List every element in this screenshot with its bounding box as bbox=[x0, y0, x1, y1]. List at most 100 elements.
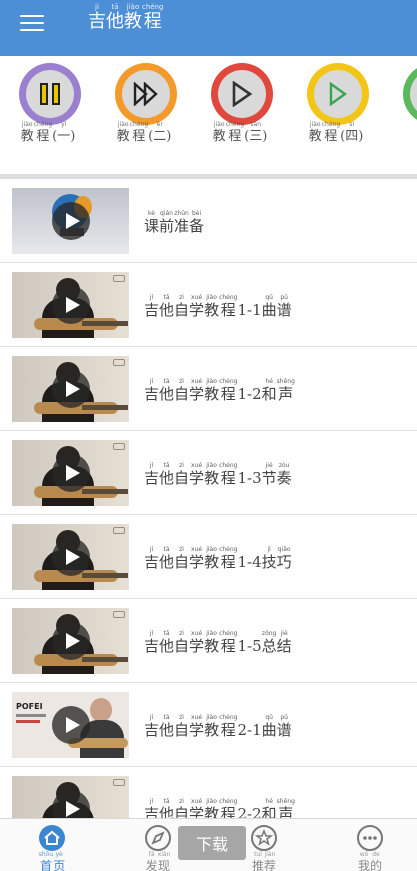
video-thumbnail[interactable] bbox=[12, 524, 129, 590]
pinyin: pǔ bbox=[280, 294, 288, 301]
pinyin: fā bbox=[148, 851, 155, 858]
pinyin: jiào bbox=[206, 630, 217, 637]
hanzi: 2-1 bbox=[237, 721, 262, 739]
ruby-char: zì 自 bbox=[174, 379, 189, 402]
hanzi: 1-4 bbox=[237, 553, 262, 571]
ruby-char: fā 发 bbox=[146, 852, 158, 871]
video-thumbnail[interactable] bbox=[12, 356, 129, 422]
pinyin: hé bbox=[265, 378, 273, 385]
ruby-char: chéng 程 bbox=[130, 122, 148, 144]
ruby-char: chéng 程 bbox=[322, 122, 340, 144]
category-5-button[interactable]: jiào教 bbox=[384, 56, 417, 174]
category-3-button[interactable]: jiào 教 chéng 程(sān 三) bbox=[192, 56, 288, 174]
hanzi: 课 bbox=[144, 217, 160, 235]
hanzi: 程 bbox=[220, 553, 236, 571]
play-icon[interactable] bbox=[52, 706, 90, 744]
ruby-char: ) bbox=[358, 122, 363, 143]
compass-icon bbox=[144, 824, 172, 852]
video-thumbnail[interactable] bbox=[12, 608, 129, 674]
play-icon[interactable] bbox=[52, 370, 90, 408]
hanzi: 1-3 bbox=[237, 469, 262, 487]
hanzi: 荐 bbox=[264, 859, 277, 871]
ruby-char: yī 一 bbox=[57, 121, 71, 144]
pinyin: jí bbox=[149, 294, 154, 301]
hanzi: 他 bbox=[159, 553, 175, 571]
lesson-title: jí 吉 tā 他 zì 自 xué 学 jiào 教 chéng 程 1-4 jì 技 qiǎo 巧 bbox=[144, 547, 292, 570]
hanzi: 推 bbox=[251, 859, 264, 871]
video-thumbnail[interactable]: POFEI bbox=[12, 692, 129, 758]
pinyin: xué bbox=[191, 462, 203, 469]
ruby-char: jí 吉 bbox=[144, 715, 159, 738]
pinyin: yī bbox=[61, 121, 67, 128]
hanzi: 学 bbox=[189, 385, 205, 403]
pinyin: xué bbox=[191, 546, 203, 553]
ruby-char: tā 他 bbox=[159, 631, 174, 654]
hanzi: 现 bbox=[158, 859, 171, 871]
category-label: jiào 教 chéng 程(yī 一) bbox=[0, 121, 96, 144]
hanzi: 教 bbox=[204, 721, 220, 739]
hanzi: 程 bbox=[220, 469, 236, 487]
ruby-char: zǒng 总 bbox=[262, 631, 277, 654]
pinyin: xué bbox=[191, 630, 203, 637]
pinyin: jiào bbox=[206, 546, 217, 553]
play-icon[interactable] bbox=[52, 202, 90, 240]
ruby-char: pǔ 谱 bbox=[277, 715, 292, 738]
hanzi: 他 bbox=[159, 385, 175, 403]
pinyin: hé bbox=[265, 798, 273, 805]
lesson-row[interactable]: jí 吉 tā 他 zì 自 xué 学 jiào 教 chéng 程 1-1 qǔ 曲 pǔ 谱 bbox=[0, 263, 417, 347]
category-row[interactable]: jiào 教 chéng 程(yī 一) jiào 教 chéng 程(èr 二) jiào 教 ché… bbox=[0, 56, 417, 174]
hanzi: 谱 bbox=[276, 721, 292, 739]
play-icon[interactable] bbox=[52, 286, 90, 324]
category-4-button[interactable]: jiào 教 chéng 程(sì 四) bbox=[288, 56, 384, 174]
pinyin: jiào bbox=[206, 294, 217, 301]
pinyin: jiào bbox=[126, 3, 140, 11]
download-toast: 下载 bbox=[178, 826, 246, 860]
play-icon[interactable] bbox=[52, 622, 90, 660]
hanzi: 页 bbox=[53, 859, 66, 871]
video-thumbnail[interactable] bbox=[12, 188, 129, 254]
ruby-char: zì 自 bbox=[174, 715, 189, 738]
ruby-char: tā 他 bbox=[159, 547, 174, 570]
ruby-char: bèi 备 bbox=[189, 211, 204, 234]
lesson-row[interactable]: jí 吉 tā 他 zì 自 xué 学 jiào 教 chéng 程 1-5 zǒng 总 jié 结 bbox=[0, 599, 417, 683]
lesson-title: jí 吉 tā 他 zì 自 xué 学 jiào 教 chéng 程 1-1 qǔ 曲 pǔ 谱 bbox=[144, 295, 292, 318]
tab-mine[interactable]: wǒ 我 de 的 bbox=[318, 819, 417, 871]
menu-icon[interactable] bbox=[20, 14, 46, 36]
ruby-char: jiào 教 bbox=[124, 4, 142, 31]
hanzi: 教 bbox=[116, 129, 130, 144]
pinyin: jí bbox=[149, 546, 154, 553]
lesson-row[interactable]: jí 吉 tā 他 zì 自 xué 学 jiào 教 chéng 程 1-3 jié 节 zòu 奏 bbox=[0, 431, 417, 515]
category-1-button[interactable]: jiào 教 chéng 程(yī 一) bbox=[0, 56, 96, 174]
hanzi: 备 bbox=[189, 217, 205, 235]
pinyin: zì bbox=[179, 462, 184, 469]
pinyin: jié bbox=[280, 630, 288, 637]
pinyin: de bbox=[372, 851, 380, 858]
pinyin: jiào bbox=[309, 121, 321, 128]
video-thumbnail[interactable] bbox=[12, 440, 129, 506]
ruby-char: wǒ 我 bbox=[358, 852, 370, 871]
lesson-row[interactable]: kè 课 qián 前 zhǔn 准 bèi 备 bbox=[0, 179, 417, 263]
lesson-row[interactable]: POFEI jí 吉 tā 他 zì 自 xué 学 jiào 教 chéng 程 2-1 qǔ 曲 pǔ 谱 bbox=[0, 683, 417, 767]
hanzi: 一 bbox=[57, 129, 71, 144]
ruby-char: 1-3 bbox=[237, 463, 261, 486]
pinyin: xiàn bbox=[157, 851, 171, 858]
ruby-char: chéng 程 bbox=[225, 121, 245, 144]
pinyin: jí bbox=[149, 714, 154, 721]
ruby-char: zì 自 bbox=[174, 631, 189, 654]
play-icon[interactable] bbox=[52, 538, 90, 576]
ruby-char: xué 学 bbox=[189, 631, 204, 654]
pinyin: chéng bbox=[225, 121, 245, 128]
hanzi: 学 bbox=[189, 301, 205, 319]
category-2-button[interactable]: jiào 教 chéng 程(èr 二) bbox=[96, 56, 192, 174]
video-thumbnail[interactable] bbox=[12, 272, 129, 338]
tab-home[interactable]: shǒu 首 yè 页 bbox=[0, 819, 104, 871]
lesson-row[interactable]: jí 吉 tā 他 zì 自 xué 学 jiào 教 chéng 程 1-2 hé 和 shēng 声 bbox=[0, 347, 417, 431]
category-label: jiào 教 chéng 程(sān 三) bbox=[192, 121, 288, 144]
ruby-char: chéng 程 bbox=[142, 4, 163, 31]
ruby-char: jié 节 bbox=[262, 463, 277, 486]
pinyin: shēng bbox=[276, 798, 295, 805]
ruby-char: qián 前 bbox=[159, 211, 174, 234]
pinyin: zòu bbox=[278, 462, 290, 469]
play-icon[interactable] bbox=[52, 454, 90, 492]
lesson-row[interactable]: jí 吉 tā 他 zì 自 xué 学 jiào 教 chéng 程 1-4 jì 技 qiǎo 巧 bbox=[0, 515, 417, 599]
